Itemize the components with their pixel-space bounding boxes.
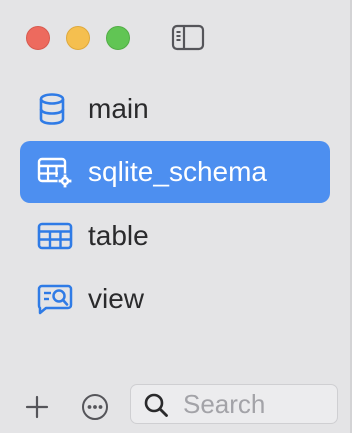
sidebar: main sqlite_schema table view Search (0, 0, 352, 433)
magnifier-icon (144, 393, 168, 417)
table-gear-icon (36, 155, 74, 189)
search-field[interactable] (130, 384, 338, 424)
sidebar-bottom-bar (0, 378, 350, 433)
sidebar-item-label: view (88, 283, 145, 314)
sidebar-left-icon (171, 24, 205, 51)
sidebar-item-view[interactable]: view (20, 268, 330, 330)
sidebar-item-label: sqlite_schema (88, 156, 267, 187)
zoom-window-button[interactable] (106, 26, 130, 50)
minimize-window-button[interactable] (66, 26, 90, 50)
plus-icon (25, 395, 49, 419)
search-input[interactable] (183, 385, 333, 423)
ellipsis-circle-icon (82, 394, 108, 420)
sidebar-item-table[interactable]: table (20, 205, 330, 267)
toggle-sidebar-button[interactable] (170, 23, 206, 53)
sidebar-item-main[interactable]: main (20, 78, 330, 140)
table-icon (36, 219, 74, 253)
sidebar-item-label: table (88, 220, 149, 251)
add-button[interactable] (22, 392, 52, 422)
close-window-button[interactable] (26, 26, 50, 50)
view-icon (36, 282, 74, 316)
database-icon (36, 92, 74, 126)
sidebar-item-label: main (88, 93, 149, 124)
sidebar-item-sqlite-schema[interactable]: sqlite_schema (20, 141, 330, 203)
more-options-button[interactable] (80, 392, 110, 422)
